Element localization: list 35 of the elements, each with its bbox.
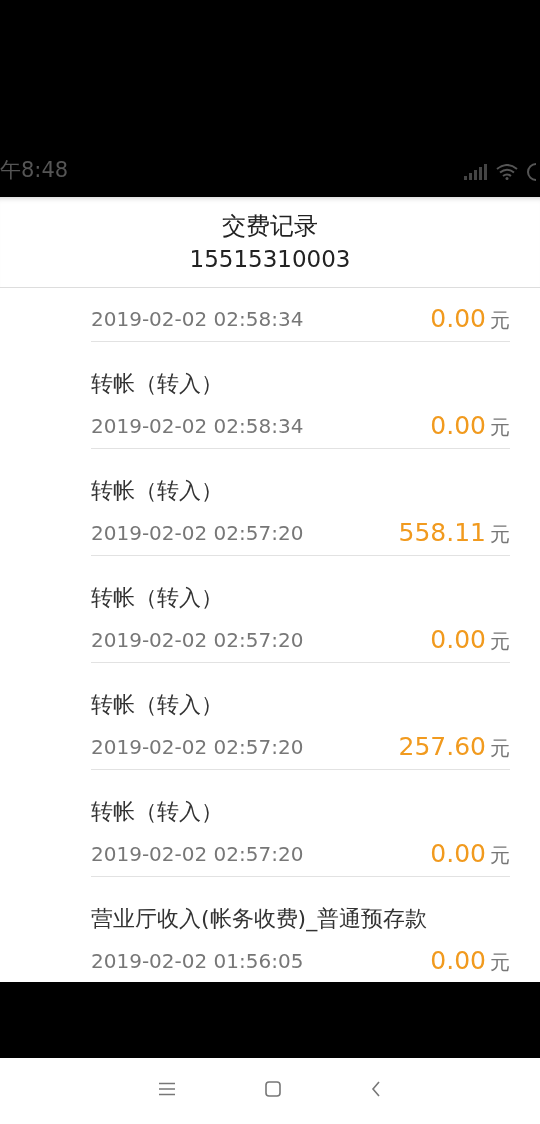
record-date: 2019-02-02 01:56:05 [91, 948, 304, 975]
menu-icon[interactable] [159, 1082, 175, 1096]
currency-unit: 元 [490, 735, 510, 763]
currency-unit: 元 [490, 521, 510, 549]
signal-icon [464, 164, 488, 180]
record-amount: 0.00 [430, 945, 486, 978]
record-amount: 0.00 [430, 838, 486, 871]
back-icon[interactable] [371, 1081, 381, 1097]
currency-unit: 元 [490, 842, 510, 870]
record-amount: 558.11 [398, 517, 486, 550]
record-amount: 0.00 [430, 410, 486, 443]
record-date: 2019-02-02 02:57:20 [91, 627, 304, 654]
phone-number: 15515310003 [189, 245, 351, 274]
record-title: 转帐（转入） [91, 798, 224, 826]
wifi-icon [496, 164, 518, 180]
record-title: 营业厅收入(帐务收费)_普通预存款 [91, 905, 429, 934]
page-title: 交费记录 [222, 211, 318, 242]
record-title: 转帐（转入） [91, 584, 224, 612]
record-title: 转帐（转入） [91, 477, 224, 505]
record-amount: 0.00 [430, 303, 486, 336]
currency-unit: 元 [490, 414, 510, 442]
record-date: 2019-02-02 02:57:20 [91, 734, 304, 761]
currency-unit: 元 [490, 949, 510, 977]
currency-unit: 元 [490, 628, 510, 656]
status-time: 午8:48 [0, 160, 69, 181]
record-date: 2019-02-02 02:58:34 [91, 306, 304, 333]
record-title: 转帐（转入） [91, 691, 224, 719]
home-icon[interactable] [265, 1081, 281, 1097]
record-amount: 0.00 [430, 624, 486, 657]
record-title: 转帐（转入） [91, 370, 224, 398]
record-date: 2019-02-02 02:57:20 [91, 841, 304, 868]
record-date: 2019-02-02 02:58:34 [91, 413, 304, 440]
record-amount: 257.60 [398, 731, 486, 764]
record-date: 2019-02-02 02:57:20 [91, 520, 304, 547]
currency-unit: 元 [490, 307, 510, 335]
